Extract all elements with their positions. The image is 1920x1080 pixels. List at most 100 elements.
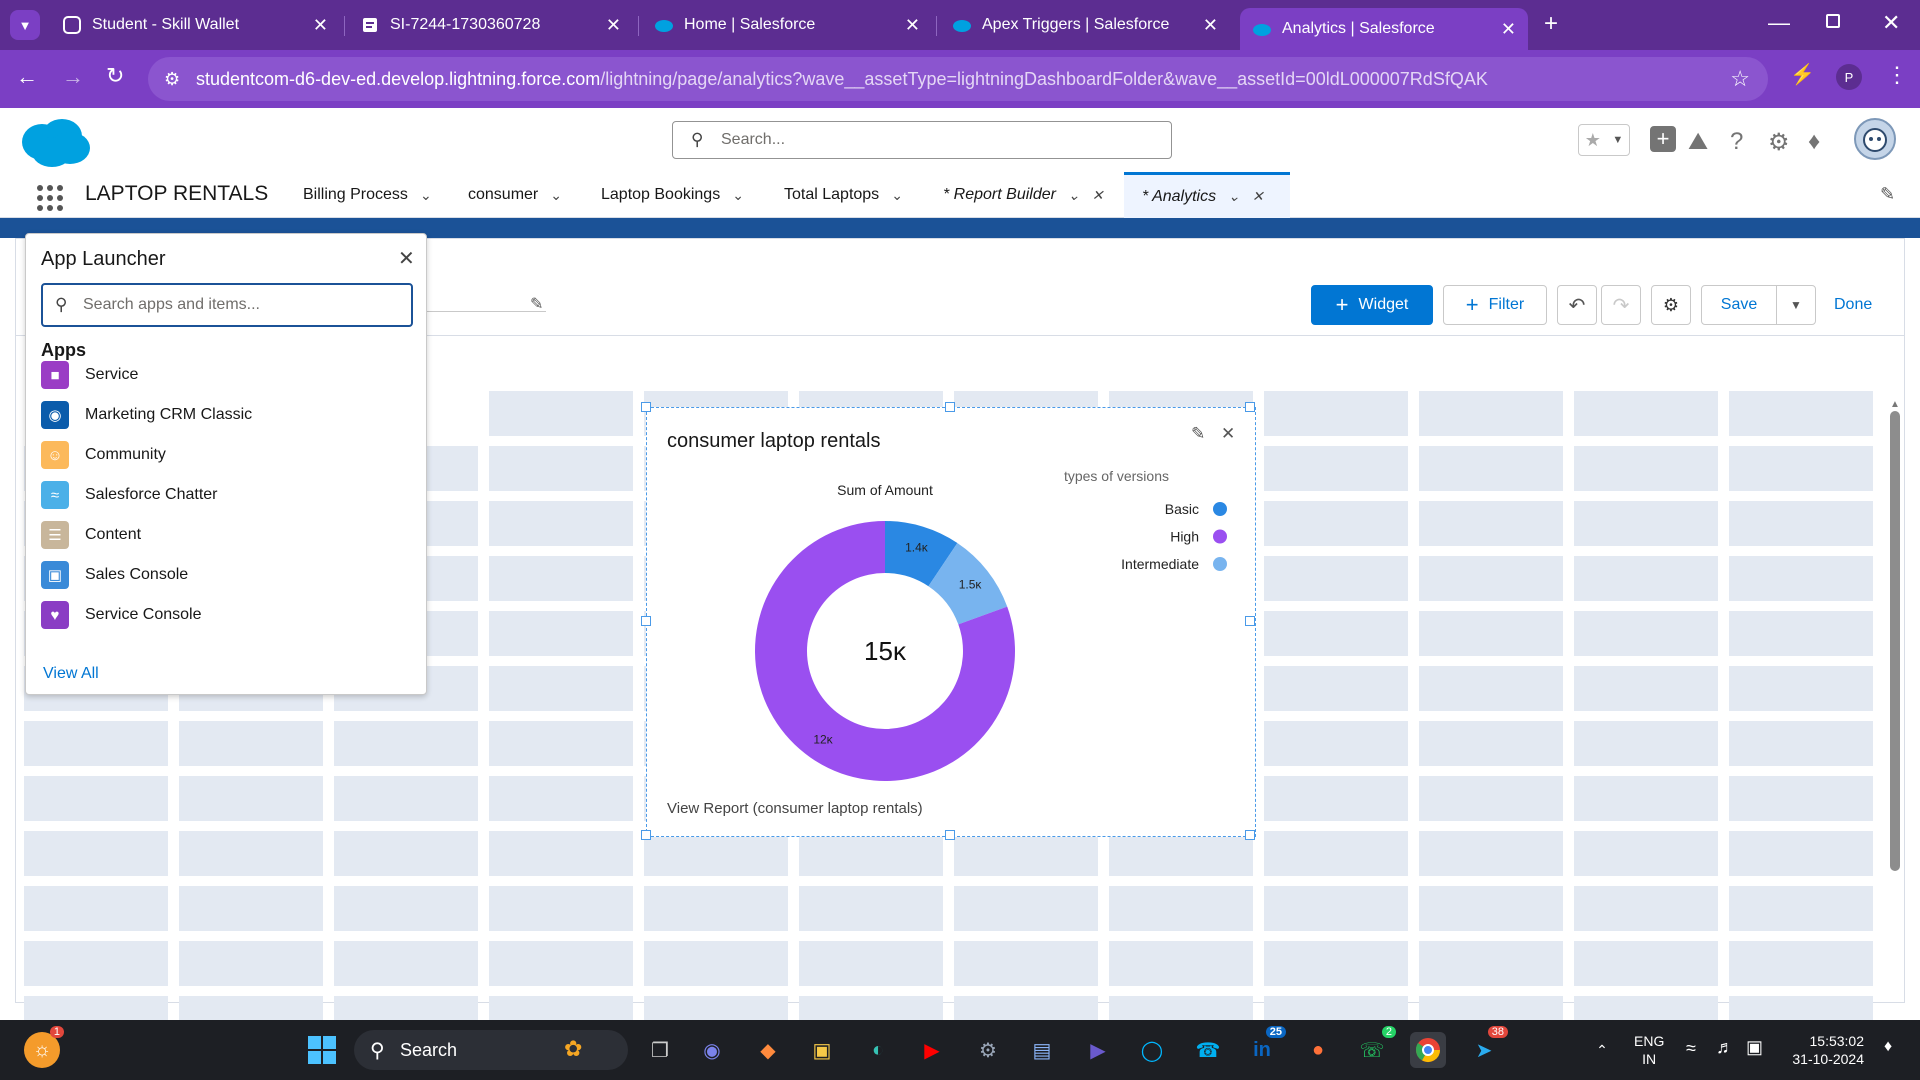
edit-nav-pencil-icon[interactable]: ✎ (1880, 184, 1895, 205)
reload-icon[interactable]: ↻ (106, 63, 124, 89)
media-player-icon[interactable]: ▶ (1080, 1032, 1116, 1068)
notification-center-bell-icon[interactable]: ♦ (1884, 1038, 1892, 1056)
file-explorer-icon[interactable]: ▣ (804, 1032, 840, 1068)
windows-start-icon[interactable] (304, 1032, 340, 1068)
close-icon[interactable]: ✕ (1501, 19, 1516, 40)
volume-icon[interactable]: ♬ (1716, 1037, 1734, 1058)
chart-widget[interactable]: consumer laptop rentals ✎ ✕ 1.4ĸ 1.5ĸ 12ĸ S… (641, 402, 1256, 840)
app-item[interactable]: ▣ Sales Console (41, 560, 188, 590)
app-launcher-waffle-icon[interactable] (36, 184, 64, 212)
battery-icon[interactable]: ▣ (1746, 1037, 1763, 1058)
whatsapp-icon[interactable]: ☏ 2 (1354, 1026, 1396, 1068)
edge-icon[interactable]: ◐ (860, 1032, 896, 1068)
nav-tab-billing-process[interactable]: Billing Process ⌄ (303, 172, 432, 218)
notifications-bell-icon[interactable]: ♦ (1808, 128, 1820, 156)
telegram-icon[interactable]: ➤ 38 (1466, 1026, 1508, 1068)
forward-icon[interactable]: → (62, 64, 84, 90)
back-icon[interactable]: ← (16, 64, 38, 90)
wifi-icon[interactable]: ≈ (1686, 1038, 1696, 1059)
resize-handle[interactable] (945, 402, 955, 412)
global-actions-icon[interactable]: + (1650, 126, 1676, 152)
show-hidden-icons-chevron[interactable]: ⌃ (1584, 1032, 1620, 1068)
settings-icon[interactable]: ⚙ (970, 1032, 1006, 1068)
browser-tab-skill-wallet[interactable]: Student - Skill Wallet ✕ (50, 6, 340, 44)
close-icon[interactable]: ✕ (1092, 187, 1104, 204)
close-icon[interactable]: ✕ (606, 15, 621, 36)
chevron-down-icon[interactable]: ⌄ (550, 187, 562, 204)
resize-handle[interactable] (641, 616, 651, 626)
chevron-down-icon[interactable]: ⌄ (891, 187, 903, 204)
browser-tab-apex[interactable]: Apex Triggers | Salesforce ✕ (940, 6, 1230, 44)
nav-tab-analytics[interactable]: * Analytics ⌄ ✕ (1124, 172, 1290, 218)
user-avatar[interactable] (1854, 118, 1896, 160)
scrollbar-thumb[interactable] (1890, 411, 1900, 871)
copilot-icon[interactable]: ◆ (750, 1032, 786, 1068)
close-icon[interactable]: ✕ (1203, 15, 1218, 36)
taskbar-search-box[interactable]: ⚲ Search ✿ (354, 1030, 628, 1070)
close-icon[interactable]: ✕ (905, 15, 920, 36)
grid-cell (1574, 446, 1718, 491)
profile-avatar[interactable]: P (1836, 64, 1862, 90)
setup-gear-icon[interactable]: ⚙ (1768, 128, 1790, 157)
resize-handle[interactable] (1245, 830, 1255, 840)
nav-tab-total-laptops[interactable]: Total Laptops ⌄ (784, 172, 903, 218)
app-item[interactable]: ◉ Marketing CRM Classic (41, 400, 252, 430)
task-view-icon[interactable]: ❐ (642, 1032, 678, 1068)
app-item[interactable]: ☺ Community (41, 440, 166, 470)
weather-widget-icon[interactable]: ☼ 1 (24, 1026, 64, 1068)
restore-icon[interactable] (1826, 14, 1840, 28)
nav-tab-laptop-bookings[interactable]: Laptop Bookings ⌄ (601, 172, 744, 218)
new-tab-button[interactable]: + (1544, 10, 1558, 38)
favorites-button[interactable]: ★ ▼ (1578, 124, 1630, 156)
system-clock[interactable]: 15:53:02 31-10-2024 (1782, 1032, 1864, 1068)
view-report-link[interactable]: View Report (consumer laptop rentals) (667, 800, 923, 817)
close-icon[interactable]: ✕ (1252, 188, 1264, 205)
extension-icon[interactable]: ⚡ (1790, 62, 1815, 87)
chrome-icon[interactable] (1410, 1032, 1446, 1068)
app-item[interactable]: ☰ Content (41, 520, 141, 550)
global-search-input[interactable]: ⚲ Search... (672, 121, 1172, 159)
skype-icon[interactable]: ☎ (1190, 1032, 1226, 1068)
trailhead-icon[interactable]: ⛰ (1688, 128, 1708, 156)
resize-handle[interactable] (1245, 616, 1255, 626)
salesforce-logo[interactable] (18, 116, 92, 173)
app-item[interactable]: ■ Service (41, 360, 138, 390)
monitor-app-icon[interactable]: ▤ (1024, 1032, 1060, 1068)
chevron-down-icon[interactable]: ⌄ (420, 187, 432, 204)
tab-search-button[interactable]: ▼ (10, 10, 40, 40)
scroll-up-arrow[interactable]: ▲ (1890, 399, 1900, 410)
youtube-icon[interactable]: ▶ (914, 1032, 950, 1068)
chevron-down-icon[interactable]: ⌄ (1228, 188, 1240, 205)
view-all-link[interactable]: View All (43, 665, 99, 683)
app-item[interactable]: ♥ Service Console (41, 600, 202, 630)
cortana-icon[interactable]: ◯ (1134, 1032, 1170, 1068)
resize-handle[interactable] (1245, 402, 1255, 412)
nav-tab-report-builder[interactable]: * Report Builder ⌄ ✕ (943, 172, 1103, 218)
browser-tab-analytics[interactable]: Analytics | Salesforce ✕ (1240, 8, 1528, 50)
chevron-down-icon[interactable]: ⌄ (1068, 187, 1080, 204)
input-language-indicator[interactable]: ENG IN (1634, 1032, 1664, 1068)
close-icon[interactable]: ✕ (313, 15, 328, 36)
weather-badge: 1 (49, 1026, 64, 1038)
close-launcher-icon[interactable]: ✕ (398, 246, 415, 271)
browser-tab-home[interactable]: Home | Salesforce ✕ (642, 6, 932, 44)
browser-tab-si[interactable]: SI-7244-1730360728 ✕ (348, 6, 633, 44)
minimize-icon[interactable]: — (1768, 10, 1790, 36)
chevron-down-icon[interactable]: ⌄ (732, 187, 744, 204)
menu-dots-icon[interactable]: ⋮ (1886, 62, 1908, 88)
teams-icon[interactable]: ◉ (694, 1032, 730, 1068)
window-close-icon[interactable]: ✕ (1882, 10, 1900, 36)
nav-tab-consumer[interactable]: consumer ⌄ (468, 172, 562, 218)
resize-handle[interactable] (641, 830, 651, 840)
app-item[interactable]: ≈ Salesforce Chatter (41, 480, 218, 510)
address-bar[interactable]: ⚙ studentcom-d6-dev-ed.develop.lightning… (148, 57, 1768, 101)
firefox-icon[interactable]: ● (1300, 1032, 1336, 1068)
site-info-icon[interactable]: ⚙ (164, 69, 180, 90)
linkedin-icon[interactable]: in 25 (1244, 1026, 1286, 1068)
resize-handle[interactable] (945, 830, 955, 840)
vertical-scrollbar[interactable]: ▲ (1888, 399, 1902, 999)
bookmark-star-icon[interactable]: ☆ (1730, 66, 1750, 92)
help-icon[interactable]: ? (1730, 128, 1743, 156)
app-launcher-search-input[interactable]: ⚲ Search apps and items... (41, 283, 413, 327)
resize-handle[interactable] (641, 402, 651, 412)
